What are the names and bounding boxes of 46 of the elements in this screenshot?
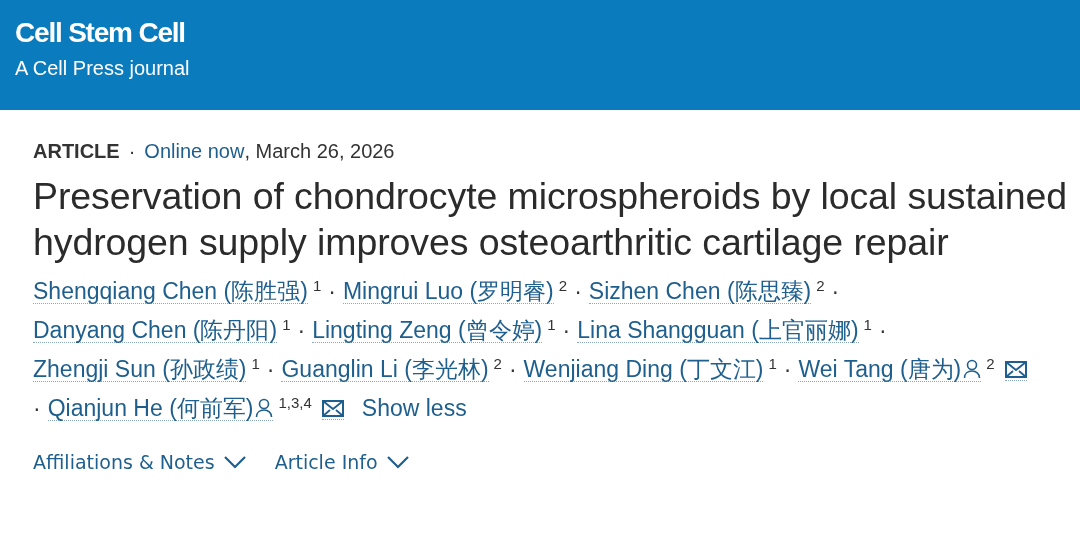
affiliation-number: 1 — [768, 354, 777, 374]
separator-dot: · — [783, 355, 792, 384]
affiliation-number: 1 — [863, 315, 872, 335]
separator-dot: · — [328, 277, 336, 306]
email-icon[interactable] — [1004, 360, 1027, 381]
author-link[interactable]: Lingting Zeng (曾令婷) — [312, 318, 543, 343]
person-icon — [255, 398, 274, 418]
author-link[interactable]: Sizhen Chen (陈思臻) — [588, 279, 812, 304]
separator-dot: · — [266, 355, 275, 384]
author-link[interactable]: Qianjun He (何前军) — [47, 396, 274, 421]
show-less-link[interactable]: Show less — [361, 390, 467, 426]
publication-date: , March 26, 2026 — [244, 140, 395, 163]
affiliation-number: 1 — [251, 354, 260, 374]
journal-logo[interactable]: Cell Stem Cell — [15, 16, 1065, 50]
section-toggle[interactable]: Article Info — [274, 451, 410, 473]
separator-dot: · — [562, 316, 571, 345]
author-link[interactable]: Wei Tang (唐为) — [798, 357, 982, 382]
affiliation-number: 1 — [282, 315, 291, 335]
separator-dot: · — [33, 394, 41, 423]
affiliation-number: 1 — [547, 315, 556, 335]
separator-dot: · — [297, 316, 306, 345]
author-link[interactable]: Danyang Chen (陈丹阳) — [33, 318, 278, 343]
separator-dot: · — [878, 316, 887, 345]
email-icon[interactable] — [321, 399, 344, 420]
separator-dot: · — [508, 355, 517, 384]
section-toggle[interactable]: Affiliations & Notes — [33, 451, 247, 473]
separator-dot: · — [574, 277, 582, 306]
person-icon — [963, 359, 982, 379]
article-title: Preservation of chondrocyte microspheroids by local sustained hydrogen supply improves osteoarthritic cartilage repair — [33, 174, 1068, 265]
author-link[interactable]: Zhengji Sun (孙政绩) — [33, 357, 247, 382]
article-type: ARTICLE — [33, 140, 120, 163]
author-link[interactable]: Shengqiang Chen (陈胜强) — [33, 279, 308, 304]
journal-tagline: A Cell Press journal — [15, 56, 191, 80]
author-link[interactable]: Guanglin Li (李光林) — [281, 357, 489, 382]
author-link[interactable]: Mingrui Luo (罗明睿) — [342, 279, 554, 304]
affiliation-number: 2 — [493, 354, 502, 374]
separator-dot: · — [831, 277, 840, 306]
affiliation-number: 1 — [312, 276, 322, 296]
author-link[interactable]: Lina Shangguan (上官丽娜) — [577, 318, 859, 343]
author-link[interactable]: Wenjiang Ding (丁文江) — [523, 357, 764, 382]
online-status-link[interactable]: Online now — [144, 140, 245, 163]
separator-dot: · — [128, 140, 136, 163]
affiliation-number: 2 — [986, 354, 995, 374]
affiliation-number: 2 — [816, 276, 825, 296]
affiliation-number: 2 — [558, 276, 568, 296]
affiliation-number: 1,3,4 — [278, 393, 312, 413]
